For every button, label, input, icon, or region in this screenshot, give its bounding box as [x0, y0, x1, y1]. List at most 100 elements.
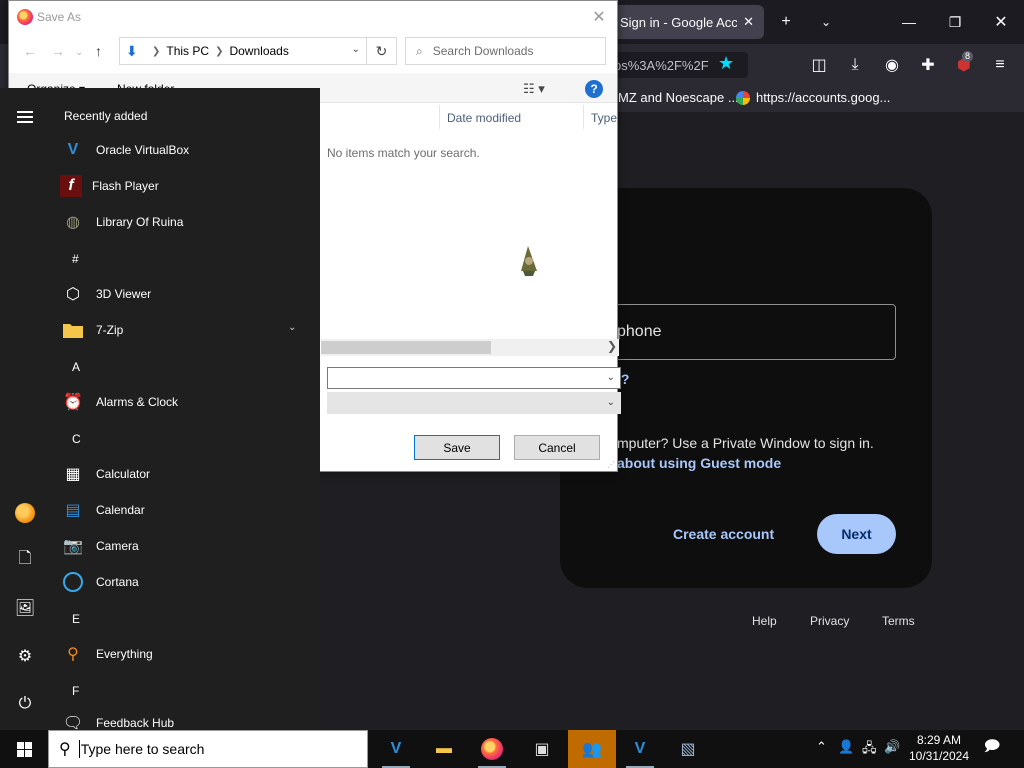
- chevron-down-icon[interactable]: ⌄: [607, 372, 615, 383]
- camera-icon: 📷: [63, 538, 83, 555]
- app-calendar[interactable]: ▤ Calendar: [60, 494, 310, 526]
- window-close-icon[interactable]: ✕: [978, 0, 1024, 44]
- bookmark-star-icon[interactable]: ★: [718, 53, 734, 74]
- back-arrow-icon[interactable]: ←: [23, 43, 37, 59]
- app-everything[interactable]: ⚲ Everything: [60, 638, 310, 670]
- address-bar[interactable]: ⬇ ❯ This PC ❯ Downloads ⌄: [119, 37, 367, 65]
- network-icon[interactable]: 🖧: [862, 739, 877, 761]
- app-cortana[interactable]: Cortana: [60, 566, 310, 598]
- hamburger-menu-icon[interactable]: [12, 104, 38, 130]
- folder-icon: [60, 317, 86, 343]
- guest-mode-link[interactable]: about using Guest mode: [617, 455, 781, 471]
- file-name-input[interactable]: ⌄: [327, 367, 621, 389]
- tab-title: Sign in - Google Accou: [620, 14, 738, 30]
- save-button[interactable]: Save: [414, 435, 500, 460]
- save-as-type-select[interactable]: ⌄: [327, 392, 621, 414]
- tray-user-icon[interactable]: 👤: [838, 739, 854, 755]
- up-arrow-icon[interactable]: ↑: [95, 43, 102, 59]
- taskbar-search-input[interactable]: ⚲ Type here to search: [48, 730, 368, 768]
- start-rail: [0, 88, 50, 730]
- documents-icon[interactable]: 🗋: [12, 547, 38, 573]
- help-icon[interactable]: ?: [585, 80, 603, 98]
- app-camera[interactable]: 📷 Camera: [60, 530, 310, 562]
- chevron-down-icon[interactable]: ⌄: [352, 44, 360, 55]
- pictures-icon[interactable]: 🖼: [12, 595, 38, 621]
- chevron-down-icon[interactable]: ⌄: [607, 397, 615, 408]
- volume-icon[interactable]: 🔊: [884, 739, 900, 755]
- chevron-down-icon[interactable]: ⌄: [288, 322, 296, 333]
- taskbar-firefox-icon[interactable]: [468, 730, 516, 768]
- clock-time: 8:29 AM: [916, 733, 962, 747]
- virtualbox-icon: V: [67, 141, 79, 158]
- list-tabs-icon[interactable]: ⌄: [812, 8, 840, 36]
- taskbar-virtualbox2-icon[interactable]: V: [616, 730, 664, 768]
- app-library-of-ruina[interactable]: ◍ Library Of Ruina: [60, 206, 310, 238]
- section-letter-e[interactable]: E: [72, 612, 80, 626]
- next-button[interactable]: Next: [817, 514, 896, 554]
- taskbar-users-icon[interactable]: 👥: [568, 730, 616, 768]
- cancel-button[interactable]: Cancel: [514, 435, 600, 460]
- dialog-close-icon[interactable]: ✕: [587, 5, 611, 29]
- taskbar-app-window-icon[interactable]: ▣: [518, 730, 566, 768]
- start-button[interactable]: [0, 730, 48, 768]
- view-options-icon[interactable]: ☷ ▾: [523, 81, 545, 97]
- tab-close-icon[interactable]: ✕: [743, 14, 754, 30]
- column-date-modified[interactable]: Date modified: [447, 111, 521, 125]
- help-link[interactable]: Help: [752, 614, 777, 628]
- breadcrumb-this-pc[interactable]: This PC: [166, 44, 209, 58]
- email-or-phone-field[interactable]: phone: [596, 304, 896, 360]
- calendar-icon: ▤: [65, 502, 81, 519]
- forward-arrow-icon[interactable]: →: [51, 43, 65, 59]
- everything-search-icon: ⚲: [67, 646, 79, 663]
- terms-link[interactable]: Terms: [882, 614, 915, 628]
- privacy-link[interactable]: Privacy: [810, 614, 849, 628]
- recently-added-header: Recently added: [64, 109, 148, 123]
- new-tab-icon[interactable]: +: [772, 8, 800, 36]
- taskbar-file-explorer-icon[interactable]: ▬: [420, 730, 468, 768]
- restore-icon[interactable]: ❐: [932, 0, 978, 44]
- downloads-icon[interactable]: ⤓: [842, 52, 868, 78]
- section-letter-c[interactable]: C: [72, 432, 81, 446]
- bookmark-item[interactable]: MZ and Noescape ...: [618, 90, 739, 105]
- breadcrumb-separator-icon: ❯: [215, 45, 224, 57]
- scrollbar-thumb[interactable]: [321, 341, 491, 354]
- app-3d-viewer[interactable]: ⬡ 3D Viewer: [60, 278, 310, 310]
- resize-grip-icon[interactable]: ⋰: [607, 460, 615, 469]
- menu-icon[interactable]: ≡: [987, 52, 1013, 78]
- create-account-button[interactable]: Create account: [673, 526, 774, 542]
- app-7zip-folder[interactable]: 7-Zip: [60, 314, 310, 346]
- app-alarms-clock[interactable]: ⏰ Alarms & Clock: [60, 386, 310, 418]
- account-icon[interactable]: ◉: [879, 52, 905, 78]
- section-letter-hash[interactable]: #: [72, 252, 79, 266]
- tab-google-signin[interactable]: Sign in - Google Accou ✕: [610, 5, 764, 39]
- guest-mode-text: mputer? Use a Private Window to sign in.: [617, 435, 874, 451]
- power-icon[interactable]: ⏻: [12, 691, 38, 717]
- taskbar-virtualbox-icon[interactable]: V: [372, 730, 420, 768]
- user-avatar-icon[interactable]: [15, 503, 35, 523]
- recent-locations-icon[interactable]: ⌄: [75, 47, 83, 58]
- column-type[interactable]: Type: [591, 111, 617, 125]
- bookmark-item-google[interactable]: https://accounts.goog...: [736, 90, 890, 105]
- pocket-icon[interactable]: ◫: [806, 52, 832, 78]
- minimize-icon[interactable]: —: [886, 0, 932, 44]
- horizontal-scrollbar[interactable]: ❯: [321, 339, 619, 356]
- clock[interactable]: 8:29 AM 10/31/2024: [906, 732, 972, 764]
- search-downloads-input[interactable]: ⌕ Search Downloads: [405, 37, 606, 65]
- breadcrumb-downloads[interactable]: Downloads: [229, 44, 288, 58]
- notifications-icon[interactable]: 🗩: [980, 735, 1004, 761]
- section-letter-a[interactable]: A: [72, 360, 80, 374]
- app-flash-player[interactable]: f Flash Player: [60, 170, 310, 202]
- refresh-icon[interactable]: ↻: [367, 37, 397, 65]
- section-letter-f[interactable]: F: [72, 684, 79, 698]
- app-oracle-virtualbox[interactable]: V Oracle VirtualBox: [60, 134, 310, 166]
- app-feedback-hub[interactable]: 🗨 Feedback Hub: [60, 710, 310, 730]
- settings-gear-icon[interactable]: ⚙: [12, 643, 38, 669]
- taskbar-app-2000-icon[interactable]: ▧: [664, 730, 712, 768]
- search-placeholder: Type here to search: [80, 741, 205, 757]
- extensions-icon[interactable]: ✚: [915, 52, 941, 78]
- app-calculator[interactable]: ▦ Calculator: [60, 458, 310, 490]
- scroll-right-icon[interactable]: ❯: [607, 339, 617, 353]
- windows-logo-icon: [16, 741, 32, 757]
- library-of-ruina-icon: ◍: [66, 214, 80, 231]
- show-hidden-icons-icon[interactable]: ⌃: [816, 739, 827, 755]
